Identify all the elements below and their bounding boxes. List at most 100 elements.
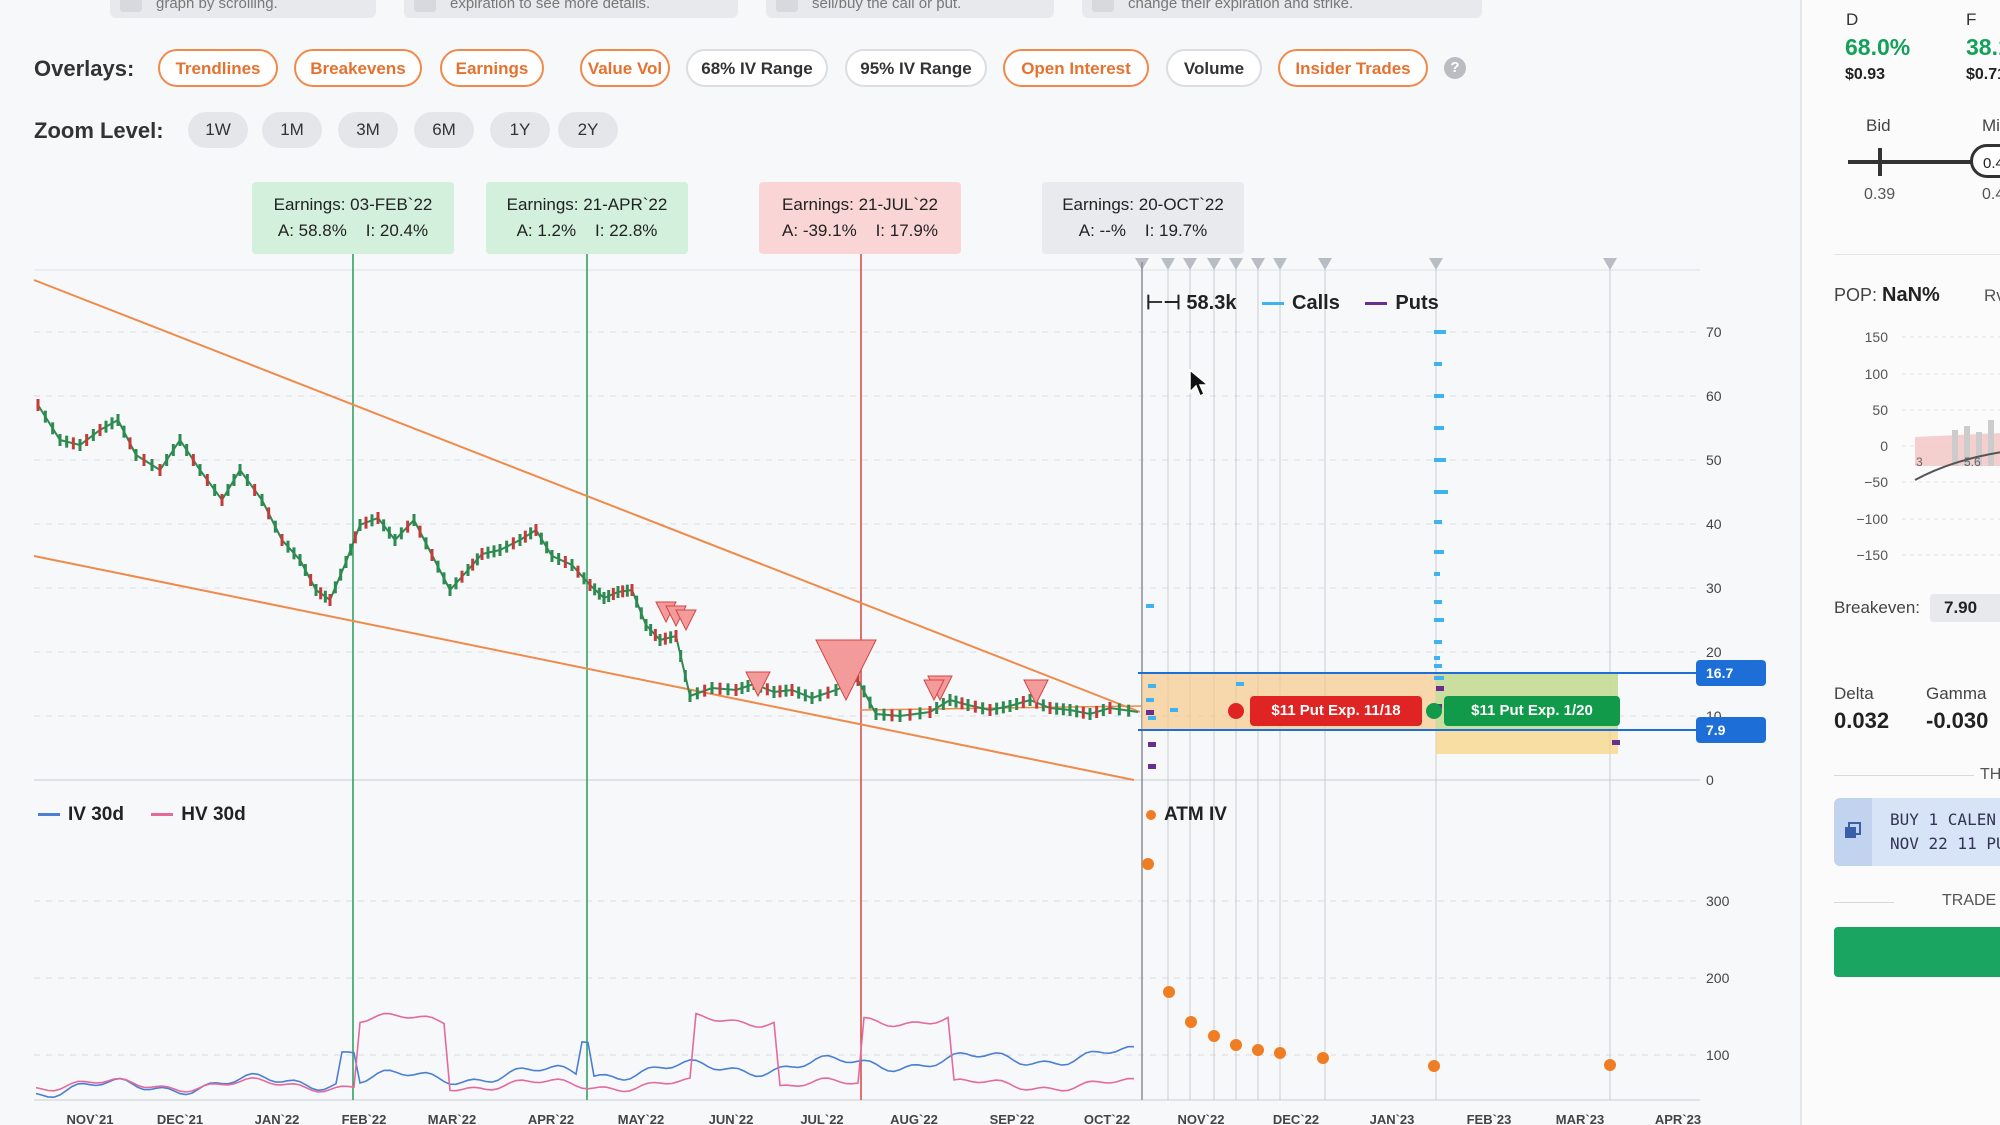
candle bbox=[988, 704, 992, 716]
column-f-header: F bbox=[1966, 10, 1977, 29]
position-put-1118[interactable]: $11 Put Exp. 11/18 bbox=[1250, 696, 1422, 726]
candle bbox=[995, 702, 999, 715]
candle bbox=[191, 454, 195, 466]
earnings-card[interactable]: Earnings: 21-JUL`22 A: -39.1% I: 17.9% bbox=[759, 182, 961, 254]
candle bbox=[874, 708, 878, 720]
price-axis-tick: 60 bbox=[1706, 388, 1722, 404]
upper-breakeven-badge[interactable]: 16.7 bbox=[1696, 660, 1766, 686]
candle bbox=[110, 417, 114, 430]
call-oi-bar bbox=[1434, 640, 1442, 644]
earnings-stats: A: 1.2% I: 22.8% bbox=[516, 221, 658, 240]
candle bbox=[790, 684, 794, 696]
earnings-title: Earnings: 20-OCT`22 bbox=[1062, 195, 1224, 214]
candle bbox=[679, 650, 683, 662]
candle bbox=[918, 707, 922, 720]
pnl-mini-chart[interactable]: 150 100 50 0 −50 −100 −150 3 5.6 bbox=[1802, 320, 2000, 570]
candle bbox=[826, 686, 830, 699]
mid-value: 0.4 bbox=[1982, 186, 2000, 203]
candle bbox=[1015, 698, 1019, 710]
candle bbox=[116, 414, 120, 426]
candle bbox=[688, 690, 692, 702]
candle bbox=[382, 519, 386, 532]
copy-icon[interactable] bbox=[1844, 822, 1862, 840]
price-slider-handle[interactable]: 0.4 bbox=[1970, 144, 2000, 178]
bid-label: Bid bbox=[1866, 116, 1891, 135]
candle bbox=[523, 530, 527, 543]
candle bbox=[498, 544, 502, 556]
trade-button[interactable] bbox=[1834, 927, 2000, 977]
earnings-stats: A: -39.1% I: 17.9% bbox=[782, 221, 938, 240]
candle bbox=[966, 699, 970, 711]
candle bbox=[364, 516, 368, 529]
candle bbox=[344, 556, 348, 568]
f-percent: 38.1 bbox=[1966, 34, 2000, 60]
x-axis-tick: NOV`22 bbox=[1178, 1112, 1225, 1125]
atm-iv-label: ATM IV bbox=[1164, 804, 1227, 825]
x-axis-tick: APR`23 bbox=[1655, 1112, 1701, 1125]
x-axis-tick: FEB`22 bbox=[342, 1112, 387, 1125]
earnings-card[interactable]: Earnings: 20-OCT`22 A: --% I: 19.7% bbox=[1042, 182, 1244, 254]
candle bbox=[232, 474, 236, 486]
candle bbox=[91, 429, 95, 441]
atm-iv-point bbox=[1428, 1060, 1440, 1072]
chart-annotation: 5.6 bbox=[1964, 455, 1981, 469]
atm-iv-point bbox=[1163, 986, 1175, 998]
candle bbox=[973, 700, 977, 713]
d-percent: 68.0% bbox=[1845, 34, 1911, 60]
candle bbox=[245, 474, 249, 486]
call-oi-bar bbox=[1434, 664, 1442, 668]
candle bbox=[328, 594, 332, 606]
candle bbox=[43, 410, 47, 423]
put-oi-bar bbox=[1436, 686, 1444, 691]
candle bbox=[649, 624, 653, 636]
divider bbox=[1834, 902, 1894, 903]
x-axis-tick: MAR`22 bbox=[428, 1112, 476, 1125]
candle bbox=[607, 590, 611, 602]
candle bbox=[142, 454, 146, 466]
rv-label: Rv bbox=[1984, 286, 2000, 305]
x-axis-tick: SEP`22 bbox=[990, 1112, 1035, 1125]
candle bbox=[868, 696, 872, 709]
candle bbox=[669, 631, 673, 644]
candle bbox=[593, 583, 597, 596]
position-put-120[interactable]: $11 Put Exp. 1/20 bbox=[1444, 696, 1620, 726]
candle bbox=[71, 437, 75, 450]
candle bbox=[1041, 699, 1045, 712]
candle bbox=[611, 588, 615, 600]
call-oi-bar bbox=[1146, 604, 1154, 608]
candle bbox=[406, 520, 410, 533]
candle bbox=[492, 545, 496, 558]
candle bbox=[323, 590, 327, 603]
order-ticket-box[interactable]: BUY 1 CALEN NOV 22 11 PU bbox=[1834, 798, 2000, 866]
candle bbox=[818, 689, 822, 702]
pop-label: POP: NaN% bbox=[1834, 284, 1940, 307]
atm-iv-point bbox=[1274, 1047, 1286, 1059]
put-oi-bar bbox=[1612, 740, 1620, 745]
atm-dot-icon bbox=[1146, 810, 1156, 820]
candle bbox=[1061, 703, 1065, 716]
earnings-stats: A: 58.8% I: 20.4% bbox=[277, 221, 429, 240]
candle bbox=[511, 537, 515, 550]
candle bbox=[935, 702, 939, 714]
candle bbox=[630, 584, 634, 596]
candle bbox=[908, 708, 912, 721]
candle bbox=[486, 546, 490, 559]
delta-label: Delta bbox=[1834, 684, 1874, 703]
expiration-marker-icon bbox=[1229, 258, 1243, 270]
iv-axis-tick: 100 bbox=[1706, 1047, 1730, 1063]
candle bbox=[658, 634, 662, 646]
candle bbox=[399, 527, 403, 540]
price-chart[interactable]: 706050403020100300200100NOV`21 DEC`21 JAN`… bbox=[0, 0, 1800, 1125]
candle bbox=[260, 494, 264, 506]
call-oi-bar bbox=[1434, 458, 1446, 462]
candle bbox=[273, 520, 277, 533]
candle bbox=[644, 619, 648, 631]
candle bbox=[78, 439, 82, 451]
oi-size: 58.3k bbox=[1186, 292, 1237, 314]
candle bbox=[475, 553, 479, 566]
earnings-card[interactable]: Earnings: 03-FEB`22 A: 58.8% I: 20.4% bbox=[252, 182, 454, 254]
insider-trade-icon bbox=[815, 639, 877, 702]
earnings-card[interactable]: Earnings: 21-APR`22 A: 1.2% I: 22.8% bbox=[486, 182, 688, 254]
call-oi-bar bbox=[1146, 698, 1154, 702]
lower-breakeven-badge[interactable]: 7.9 bbox=[1696, 717, 1766, 743]
